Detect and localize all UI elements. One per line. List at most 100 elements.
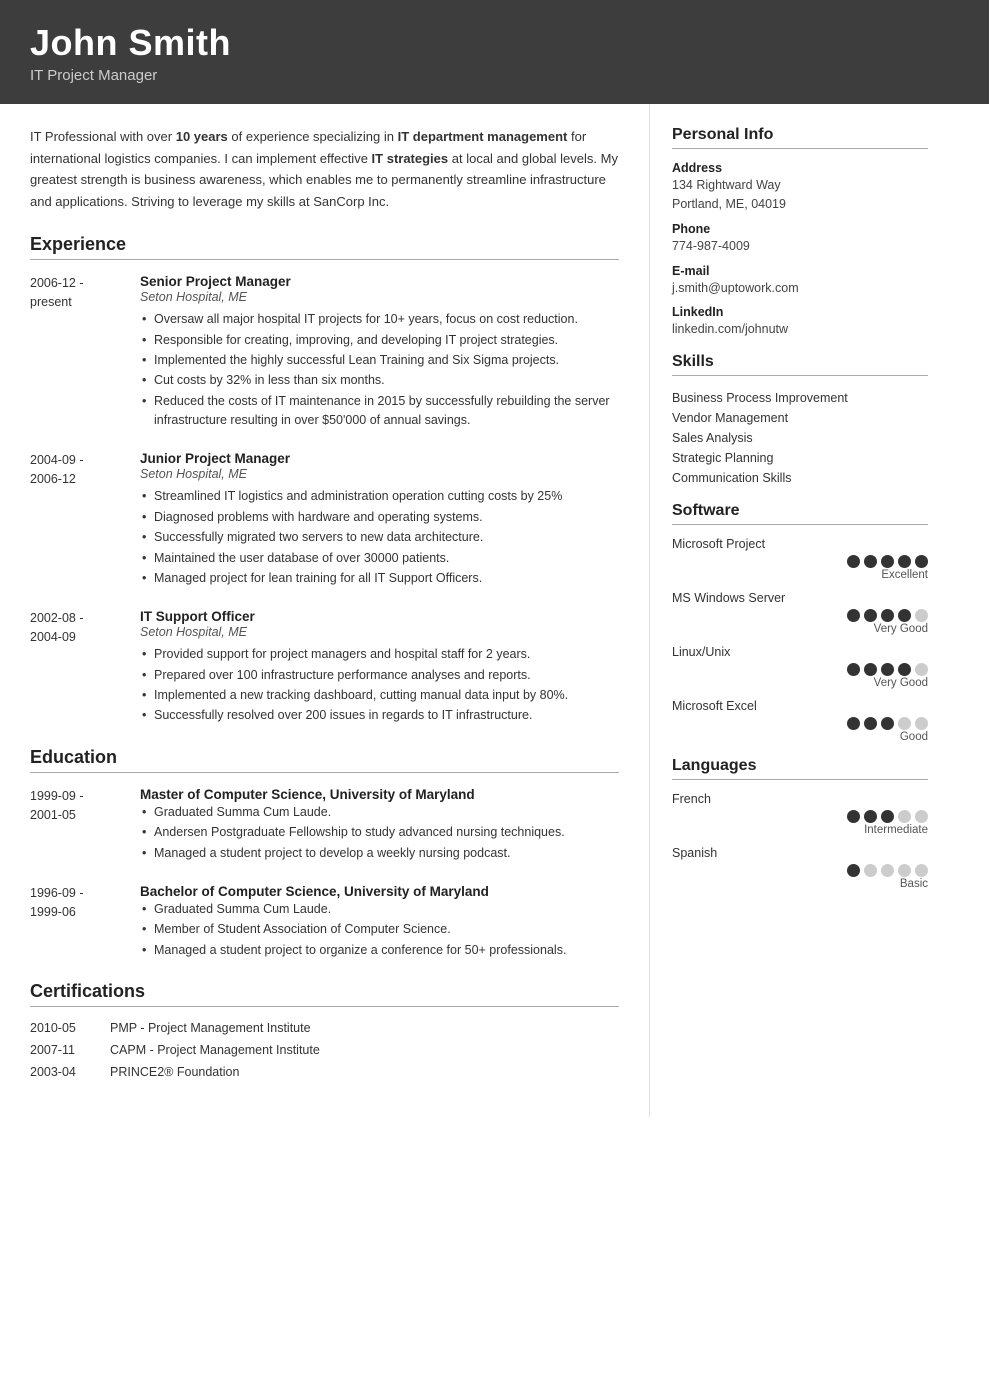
dot-filled <box>898 609 911 622</box>
experience-list: 2006-12 -present Senior Project Manager … <box>30 274 619 727</box>
dot-filled <box>864 717 877 730</box>
edu-degree: Bachelor of Computer Science, University… <box>140 884 619 899</box>
dot-filled <box>847 864 860 877</box>
address-block: Address 134 Rightward WayPortland, ME, 0… <box>672 161 928 214</box>
bullet-item: Managed a student project to organize a … <box>140 941 619 960</box>
edu-degree: Master of Computer Science, University o… <box>140 787 619 802</box>
software-name: MS Windows Server <box>672 591 928 605</box>
skill-item: Communication Skills <box>672 468 928 488</box>
edu-content: Master of Computer Science, University o… <box>140 787 619 864</box>
software-item: MS Windows Server Very Good <box>672 591 928 635</box>
dot-empty <box>915 609 928 622</box>
bullet-item: Graduated Summa Cum Laude. <box>140 900 619 919</box>
bullet-item: Cut costs by 32% in less than six months… <box>140 371 619 390</box>
dot-filled <box>881 663 894 676</box>
cert-text: PRINCE2® Foundation <box>110 1065 239 1079</box>
edu-content: Bachelor of Computer Science, University… <box>140 884 619 961</box>
software-list: Microsoft Project Excellent MS Windows S… <box>672 537 928 743</box>
exp-company: Seton Hospital, ME <box>140 467 619 481</box>
dot-empty <box>915 864 928 877</box>
linkedin-value: linkedin.com/johnutw <box>672 320 928 339</box>
skill-item: Business Process Improvement <box>672 388 928 408</box>
edu-bullets: Graduated Summa Cum Laude.Member of Stud… <box>140 900 619 960</box>
software-item: Microsoft Project Excellent <box>672 537 928 581</box>
languages-list: French Intermediate Spanish Basic <box>672 792 928 890</box>
software-item: Linux/Unix Very Good <box>672 645 928 689</box>
dot-filled <box>881 609 894 622</box>
bullet-item: Member of Student Association of Compute… <box>140 920 619 939</box>
cert-date: 2007-11 <box>30 1043 110 1057</box>
dot-filled <box>864 609 877 622</box>
dot-filled <box>847 609 860 622</box>
dot-filled <box>881 717 894 730</box>
personal-info-title: Personal Info <box>672 126 928 149</box>
dot-empty <box>898 717 911 730</box>
dot-filled <box>864 810 877 823</box>
exp-job-title: IT Support Officer <box>140 609 619 624</box>
certifications-section-title: Certifications <box>30 981 619 1007</box>
language-name: Spanish <box>672 846 928 860</box>
education-item: 1999-09 -2001-05 Master of Computer Scie… <box>30 787 619 864</box>
dot-row <box>672 609 928 622</box>
bullet-item: Diagnosed problems with hardware and ope… <box>140 508 619 527</box>
dot-filled <box>847 663 860 676</box>
bullet-item: Managed a student project to develop a w… <box>140 844 619 863</box>
phone-label: Phone <box>672 222 928 236</box>
languages-title: Languages <box>672 757 928 780</box>
exp-dates: 2004-09 -2006-12 <box>30 451 140 589</box>
edu-dates: 1996-09 -1999-06 <box>30 884 140 961</box>
dot-filled <box>847 555 860 568</box>
bullet-item: Provided support for project managers an… <box>140 645 619 664</box>
skills-list: Business Process ImprovementVendor Manag… <box>672 388 928 488</box>
dot-row <box>672 810 928 823</box>
dot-filled <box>898 555 911 568</box>
phone-block: Phone 774-987-4009 <box>672 222 928 256</box>
left-column: IT Professional with over 10 years of ex… <box>0 104 650 1117</box>
bullet-item: Oversaw all major hospital IT projects f… <box>140 310 619 329</box>
header: John Smith IT Project Manager <box>0 0 989 104</box>
dot-empty <box>898 810 911 823</box>
cert-date: 2010-05 <box>30 1021 110 1035</box>
experience-item: 2006-12 -present Senior Project Manager … <box>30 274 619 431</box>
edu-bullets: Graduated Summa Cum Laude.Andersen Postg… <box>140 803 619 863</box>
cert-text: PMP - Project Management Institute <box>110 1021 311 1035</box>
education-item: 1996-09 -1999-06 Bachelor of Computer Sc… <box>30 884 619 961</box>
software-rating: Good <box>672 731 928 743</box>
dot-empty <box>881 864 894 877</box>
language-item: Spanish Basic <box>672 846 928 890</box>
dot-filled <box>847 810 860 823</box>
dot-filled <box>847 717 860 730</box>
bullet-item: Successfully migrated two servers to new… <box>140 528 619 547</box>
bullet-item: Responsible for creating, improving, and… <box>140 331 619 350</box>
dot-row <box>672 663 928 676</box>
dot-filled <box>881 555 894 568</box>
exp-bullets: Oversaw all major hospital IT projects f… <box>140 310 619 430</box>
exp-bullets: Streamlined IT logistics and administrat… <box>140 487 619 588</box>
header-name: John Smith <box>30 22 959 63</box>
certifications-list: 2010-05 PMP - Project Management Institu… <box>30 1021 619 1079</box>
address-value: 134 Rightward WayPortland, ME, 04019 <box>672 176 928 214</box>
dot-empty <box>915 810 928 823</box>
experience-item: 2002-08 -2004-09 IT Support Officer Seto… <box>30 609 619 727</box>
bullet-item: Prepared over 100 infrastructure perform… <box>140 666 619 685</box>
bullet-item: Managed project for lean training for al… <box>140 569 619 588</box>
education-section-title: Education <box>30 747 619 773</box>
exp-content: Junior Project Manager Seton Hospital, M… <box>140 451 619 589</box>
dot-empty <box>898 864 911 877</box>
language-name: French <box>672 792 928 806</box>
exp-job-title: Senior Project Manager <box>140 274 619 289</box>
bullet-item: Graduated Summa Cum Laude. <box>140 803 619 822</box>
dot-filled <box>915 555 928 568</box>
certification-item: 2007-11 CAPM - Project Management Instit… <box>30 1043 619 1057</box>
phone-value: 774-987-4009 <box>672 237 928 256</box>
dot-filled <box>864 663 877 676</box>
summary: IT Professional with over 10 years of ex… <box>30 126 619 212</box>
exp-job-title: Junior Project Manager <box>140 451 619 466</box>
bullet-item: Reduced the costs of IT maintenance in 2… <box>140 392 619 431</box>
bullet-item: Successfully resolved over 200 issues in… <box>140 706 619 725</box>
dot-empty <box>915 663 928 676</box>
skill-item: Strategic Planning <box>672 448 928 468</box>
experience-item: 2004-09 -2006-12 Junior Project Manager … <box>30 451 619 589</box>
education-list: 1999-09 -2001-05 Master of Computer Scie… <box>30 787 619 961</box>
exp-company: Seton Hospital, ME <box>140 625 619 639</box>
